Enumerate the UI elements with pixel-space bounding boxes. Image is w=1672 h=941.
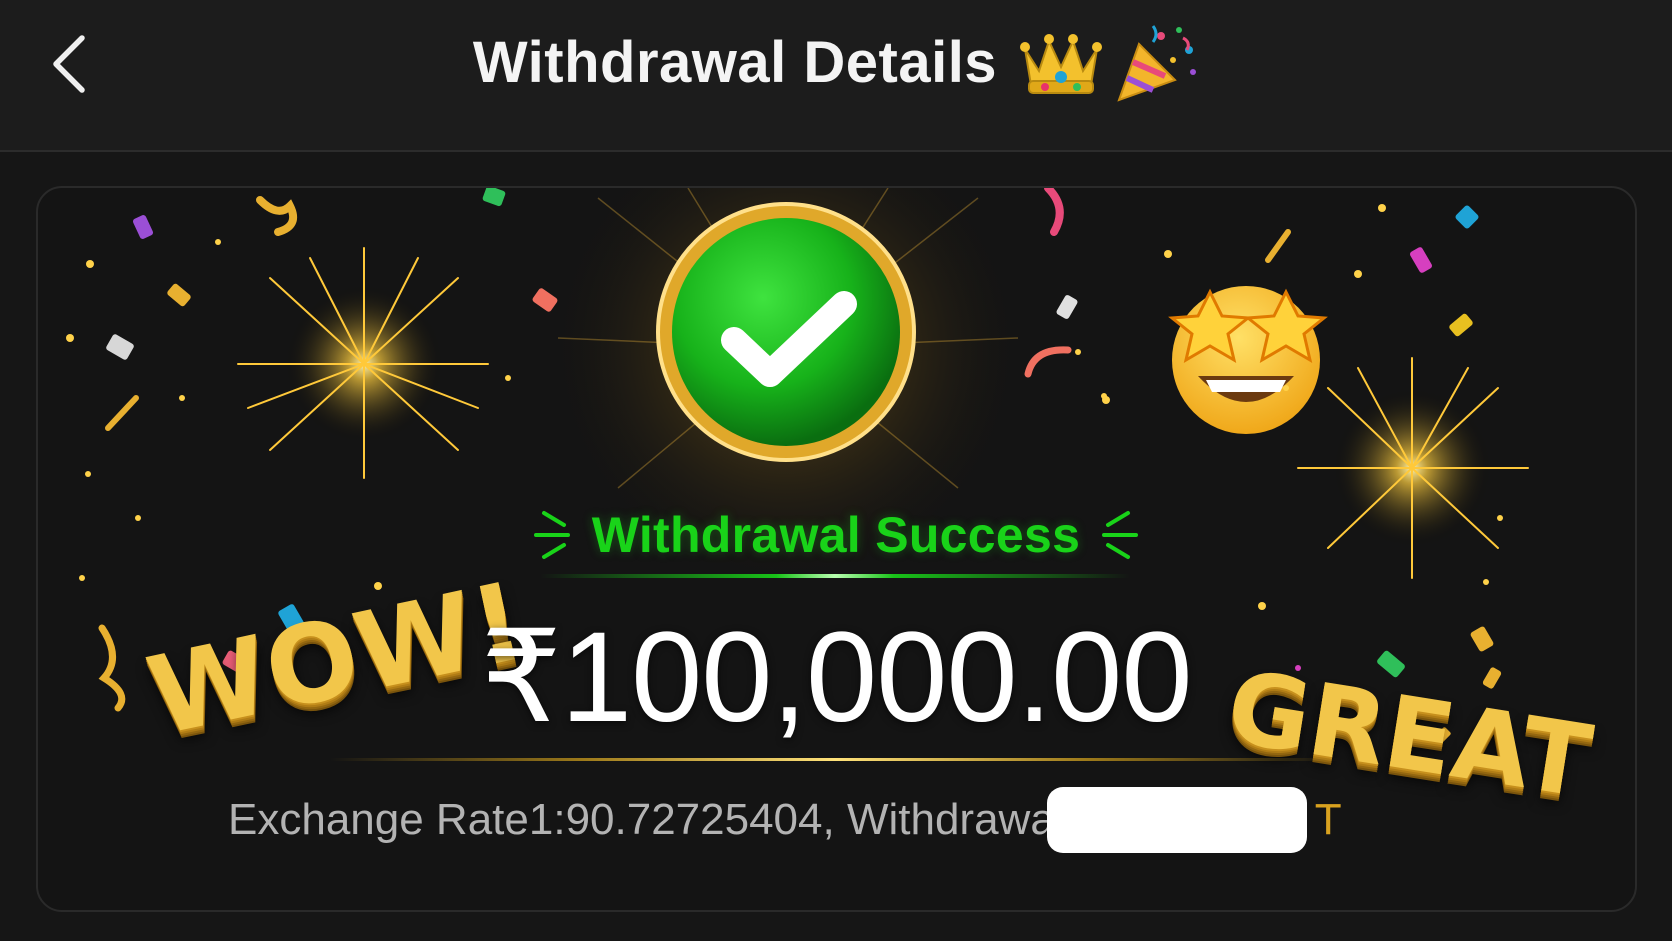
rate-unit-suffix: T xyxy=(1314,795,1342,844)
green-divider xyxy=(540,574,1130,578)
crown-icon xyxy=(1020,34,1103,94)
page-title: Withdrawal Details xyxy=(472,29,998,95)
gold-divider xyxy=(330,758,1340,761)
exchange-rate-text: Exchange Rate1:90.72725404, Withdrawa xyxy=(228,795,1055,844)
sparkle-lines-icon xyxy=(533,511,570,559)
status-text: Withdrawal Success xyxy=(591,507,1081,563)
party-popper-icon xyxy=(1117,25,1197,102)
sparkle-lines-icon xyxy=(1102,511,1139,559)
withdrawal-amount: ₹100,000.00 xyxy=(480,606,1192,749)
exchange-rate-row: Exchange Rate1:90.72725404, Withdrawa T xyxy=(228,787,1342,853)
redaction-box xyxy=(1046,787,1307,853)
header-bar: Withdrawal Details xyxy=(0,0,1672,152)
star-struck-emoji-icon xyxy=(1168,286,1328,434)
status-row: Withdrawal Success xyxy=(0,500,1672,570)
